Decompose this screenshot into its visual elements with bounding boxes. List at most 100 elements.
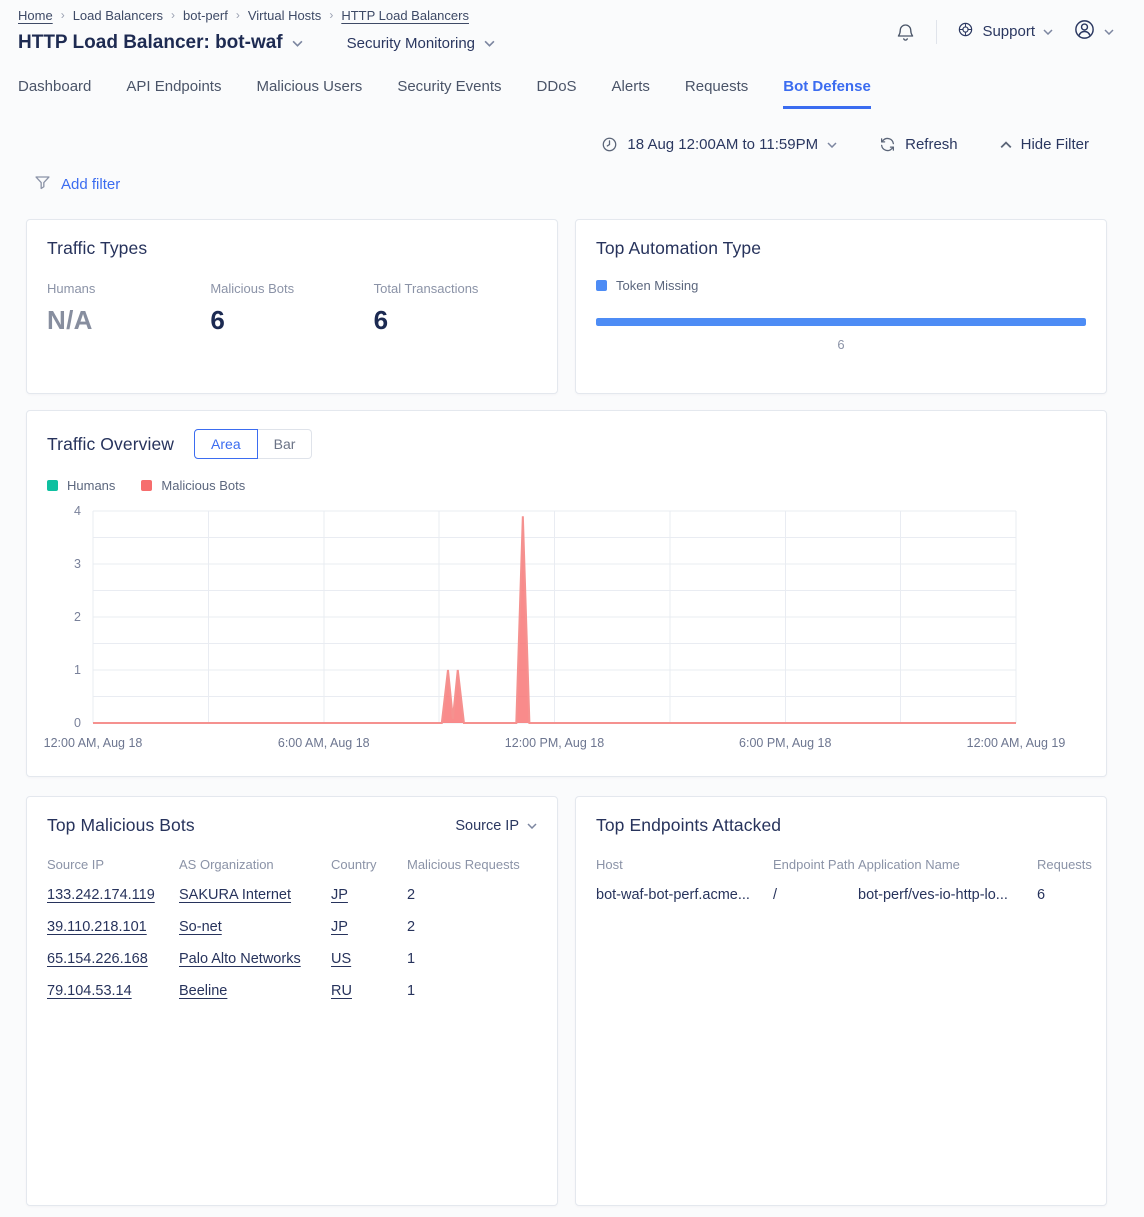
axis-tick-label: 12:00 AM, Aug 18	[44, 736, 143, 750]
column-header-requests: Requests	[1037, 857, 1092, 872]
hide-filter-button[interactable]: Hide Filter	[1000, 136, 1089, 153]
legend-swatch	[141, 480, 152, 491]
chart-toggle-area[interactable]: Area	[194, 429, 258, 459]
breadcrumb-item-bot-perf: bot-perf	[183, 8, 228, 23]
top-automation-title: Top Automation Type	[596, 238, 1086, 259]
tab-ddos[interactable]: DDoS	[537, 78, 577, 109]
breadcrumb-item-home[interactable]: Home	[18, 8, 53, 23]
chevron-down-icon	[827, 142, 837, 148]
column-header-as-organization: AS Organization	[179, 857, 331, 872]
breadcrumb: Home›Load Balancers›bot-perf›Virtual Hos…	[18, 8, 495, 23]
account-menu[interactable]	[1073, 18, 1114, 45]
column-header-host: Host	[596, 857, 773, 872]
refresh-icon	[879, 136, 896, 153]
legend-item-humans[interactable]: Humans	[47, 478, 115, 493]
legend-label: Malicious Bots	[161, 478, 245, 493]
traffic-types-card: Traffic Types HumansN/AMalicious Bots6To…	[26, 219, 558, 394]
axis-tick-label: 6:00 AM, Aug 18	[278, 736, 370, 750]
cell-link[interactable]: So-net	[179, 919, 331, 935]
top-endpoints-attacked-card: Top Endpoints Attacked HostEndpoint Path…	[575, 796, 1107, 1206]
cell: 1	[407, 983, 537, 999]
table-row: bot-waf-bot-perf.acme.../bot-perf/ves-io…	[596, 879, 1086, 911]
breadcrumb-separator: ›	[236, 8, 240, 22]
malicious-bots-table: Source IPAS OrganizationCountryMalicious…	[47, 852, 537, 1007]
top-malicious-bots-title: Top Malicious Bots	[47, 815, 195, 836]
breadcrumb-item-http-load-balancers[interactable]: HTTP Load Balancers	[341, 8, 469, 23]
tab-alerts[interactable]: Alerts	[612, 78, 650, 109]
legend-label: Token Missing	[616, 278, 698, 293]
page-title: HTTP Load Balancer: bot-waf	[18, 32, 303, 54]
tab-malicious-users[interactable]: Malicious Users	[256, 78, 362, 109]
automation-bar-chart[interactable]	[596, 318, 1086, 326]
cell-link[interactable]: 39.110.218.101	[47, 919, 179, 935]
stat-malicious-bots: Malicious Bots6	[210, 281, 373, 336]
table-header: HostEndpoint PathApplication NameRequest…	[596, 852, 1086, 879]
cell: 2	[407, 919, 537, 935]
cell-link[interactable]: 65.154.226.168	[47, 951, 179, 967]
chevron-up-icon	[1000, 141, 1012, 149]
tab-requests[interactable]: Requests	[685, 78, 748, 109]
user-circle-icon	[1073, 18, 1096, 45]
add-filter-button[interactable]: Add filter	[34, 174, 1144, 195]
tab-api-endpoints[interactable]: API Endpoints	[126, 78, 221, 109]
group-by-label: Source IP	[455, 818, 519, 834]
add-filter-label: Add filter	[61, 176, 120, 193]
endpoints-table: HostEndpoint PathApplication NameRequest…	[596, 852, 1086, 911]
funnel-icon	[34, 174, 51, 195]
tab-dashboard[interactable]: Dashboard	[18, 78, 91, 109]
cell-link[interactable]: Beeline	[179, 983, 331, 999]
stat-label: Malicious Bots	[210, 281, 373, 296]
table-row: 39.110.218.101So-netJP2	[47, 911, 537, 943]
legend-label: Humans	[67, 478, 115, 493]
cell-link[interactable]: 79.104.53.14	[47, 983, 179, 999]
legend-swatch	[47, 480, 58, 491]
tab-bot-defense[interactable]: Bot Defense	[783, 78, 871, 109]
column-header-country: Country	[331, 857, 407, 872]
stat-label: Humans	[47, 281, 210, 296]
hide-filter-label: Hide Filter	[1021, 136, 1089, 153]
column-header-malicious-requests: Malicious Requests	[407, 857, 537, 872]
column-header-endpoint-path: Endpoint Path	[773, 857, 858, 872]
cell-link[interactable]: US	[331, 951, 407, 967]
axis-tick-label: 1	[74, 663, 81, 677]
support-label: Support	[982, 23, 1035, 40]
stat-value: 6	[374, 305, 537, 336]
monitoring-namespace-selector[interactable]: Security Monitoring	[347, 35, 495, 52]
table-row: 79.104.53.14BeelineRU1	[47, 975, 537, 1007]
legend-item-token-missing[interactable]: Token Missing	[596, 278, 698, 293]
axis-tick-label: 2	[74, 610, 81, 624]
axis-tick-label: 3	[74, 557, 81, 571]
axis-tick-label: 0	[74, 716, 81, 730]
cell-link[interactable]: RU	[331, 983, 407, 999]
legend-item-malicious-bots[interactable]: Malicious Bots	[141, 478, 245, 493]
chevron-down-icon[interactable]	[292, 40, 303, 47]
cell: 2	[407, 887, 537, 903]
breadcrumb-item-load-balancers: Load Balancers	[73, 8, 163, 23]
chevron-down-icon	[1043, 29, 1053, 35]
monitoring-selector-label: Security Monitoring	[347, 35, 475, 52]
top-malicious-bots-card: Top Malicious Bots Source IP Source IPAS…	[26, 796, 558, 1206]
cell-link[interactable]: Palo Alto Networks	[179, 951, 331, 967]
breadcrumb-separator: ›	[329, 8, 333, 22]
stat-total-transactions: Total Transactions 6	[374, 281, 537, 336]
cell-link[interactable]: JP	[331, 887, 407, 903]
tab-security-events[interactable]: Security Events	[397, 78, 501, 109]
group-by-selector[interactable]: Source IP	[455, 818, 537, 834]
cell-link[interactable]: 133.242.174.119	[47, 887, 179, 903]
traffic-overview-chart[interactable]: 0123412:00 AM, Aug 186:00 AM, Aug 1812:0…	[47, 501, 1086, 755]
stat-value: N/A	[47, 305, 210, 336]
traffic-overview-legend: Humans Malicious Bots	[47, 478, 1086, 493]
refresh-button[interactable]: Refresh	[879, 136, 958, 153]
breadcrumb-separator: ›	[61, 8, 65, 22]
top-automation-type-card: Top Automation Type Token Missing 6	[575, 219, 1107, 394]
automation-bar-value: 6	[596, 337, 1086, 352]
cell-link[interactable]: JP	[331, 919, 407, 935]
cell-link[interactable]: SAKURA Internet	[179, 887, 331, 903]
bell-icon[interactable]	[895, 21, 916, 43]
stat-label: Total Transactions	[374, 281, 537, 296]
divider	[936, 20, 937, 44]
date-range-picker[interactable]: 18 Aug 12:00AM to 11:59PM	[601, 136, 837, 153]
chart-toggle-bar[interactable]: Bar	[258, 429, 313, 459]
date-range-label: 18 Aug 12:00AM to 11:59PM	[627, 136, 818, 153]
support-menu[interactable]: Support	[957, 21, 1053, 42]
